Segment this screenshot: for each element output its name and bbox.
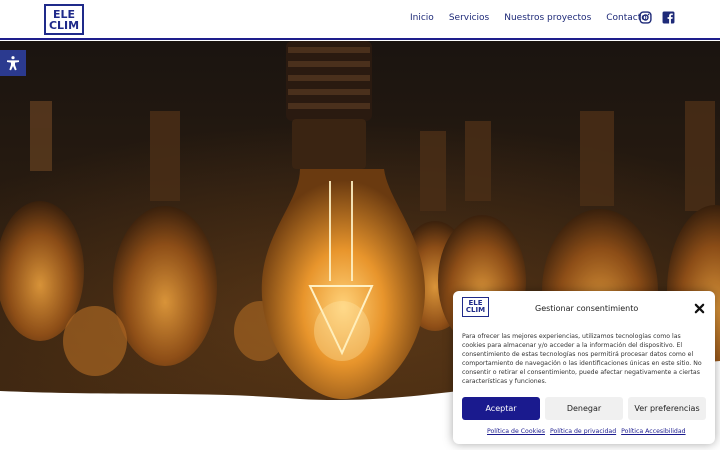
page: ELE CLIM Inicio Servicios Nuestros proye… — [0, 0, 720, 450]
accessibility-button[interactable] — [0, 50, 26, 76]
consent-text: Para ofrecer las mejores experiencias, u… — [462, 333, 702, 385]
site-header: ELE CLIM Inicio Servicios Nuestros proye… — [0, 0, 720, 40]
deny-button[interactable]: Denegar — [545, 397, 623, 420]
nav-inicio[interactable]: Inicio — [410, 13, 434, 23]
nav-servicios[interactable]: Servicios — [449, 13, 489, 23]
instagram-icon[interactable] — [639, 11, 652, 24]
consent-links: Política de Cookies Política de privacid… — [487, 428, 686, 435]
privacy-policy-link[interactable]: Política de privacidad — [550, 428, 616, 435]
consent-dialog: ELE CLIM Gestionar consentimiento Para o… — [453, 291, 715, 444]
accept-button[interactable]: Aceptar — [462, 397, 540, 420]
logo-line-1: ELE — [52, 7, 76, 21]
consent-title: Gestionar consentimiento — [535, 304, 639, 313]
facebook-icon[interactable] — [662, 11, 675, 24]
nav-nuestros-proyectos[interactable]: Nuestros proyectos — [504, 13, 591, 23]
accessibility-policy-link[interactable]: Política Accesibilidad — [621, 428, 685, 435]
consent-logo: ELE CLIM — [462, 297, 489, 317]
main-nav: Inicio Servicios Nuestros proyectos Cont… — [410, 13, 647, 23]
close-icon[interactable] — [694, 303, 705, 314]
logo-line-2: CLIM — [48, 18, 80, 32]
cookies-policy-link[interactable]: Política de Cookies — [487, 428, 545, 435]
preferences-button[interactable]: Ver preferencias — [628, 397, 706, 420]
accessibility-icon — [7, 56, 19, 71]
site-logo[interactable]: ELE CLIM — [44, 4, 84, 35]
social-links — [639, 11, 675, 24]
consent-logo-line-2: CLIM — [465, 306, 486, 314]
